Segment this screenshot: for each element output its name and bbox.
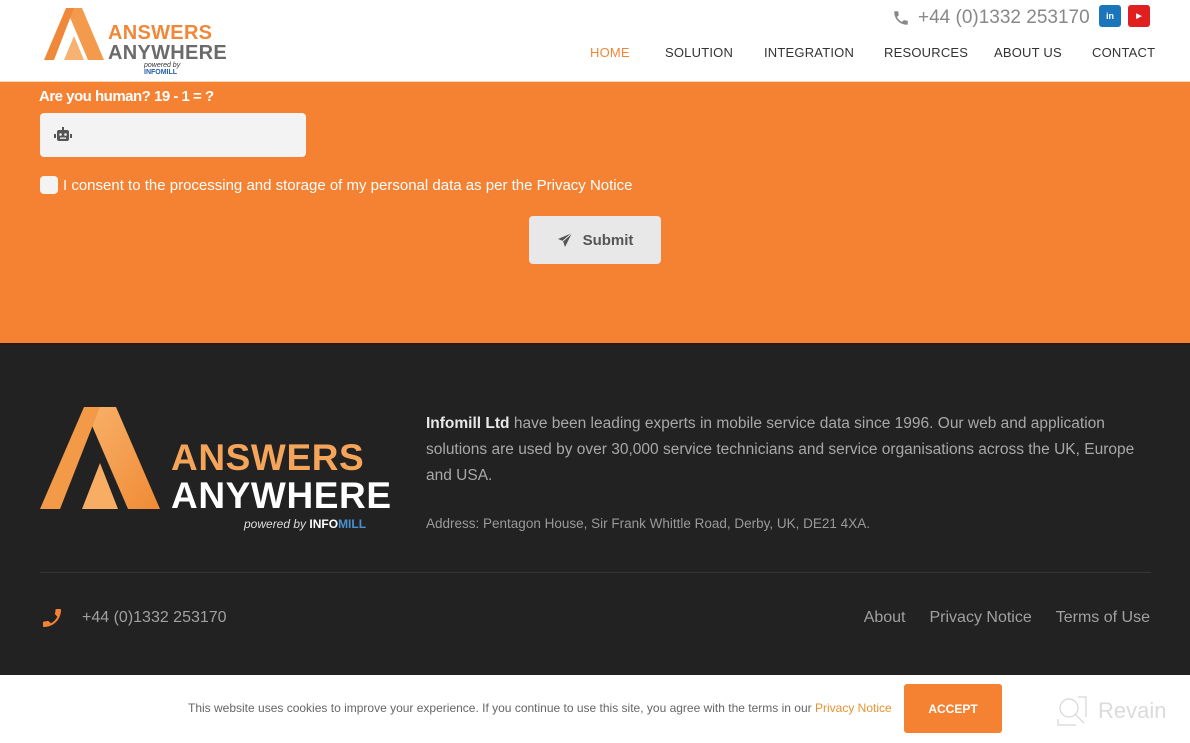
site-footer: ANSWERS ANYWHERE powered by INFOMILL Inf… (0, 343, 1190, 675)
footer-link-about[interactable]: About (864, 609, 906, 627)
brand-part-a: INFO (309, 517, 339, 531)
robot-icon (54, 127, 72, 141)
footer-logo-powered-by: powered by INFOMILL (244, 517, 366, 531)
nav-resources[interactable]: RESOURCES (884, 45, 968, 60)
captcha-field[interactable] (40, 113, 306, 157)
consent-label: I consent to the processing and storage … (63, 176, 633, 194)
consent-checkbox-row[interactable]: I consent to the processing and storage … (40, 176, 632, 194)
cookie-message-text: This website uses cookies to improve you… (188, 701, 815, 715)
nav-about-us[interactable]: ABOUT US (994, 45, 1062, 60)
company-address: Address: Pentagon House, Sir Frank Whitt… (426, 516, 870, 531)
company-description: Infomill Ltd have been leading experts i… (426, 411, 1156, 489)
youtube-button[interactable]: ▶ (1128, 5, 1150, 27)
company-name: Infomill Ltd (426, 415, 510, 432)
footer-powered-by-text: powered by (244, 517, 307, 531)
footer-logo-brand: INFOMILL (309, 517, 366, 531)
footer-links: About Privacy Notice Terms of Use (864, 609, 1150, 627)
company-description-text: have been leading experts in mobile serv… (426, 415, 1135, 484)
main-nav: HOME SOLUTION INTEGRATION RESOURCES ABOU… (0, 45, 1190, 63)
submit-label: Submit (582, 231, 634, 249)
accept-cookies-button[interactable]: ACCEPT (904, 684, 1002, 733)
footer-logo-line1: ANSWERS (171, 437, 365, 478)
footer-logo-line2: ANYWHERE (171, 475, 392, 516)
header-phone-number: +44 (0)1332 253170 (918, 7, 1090, 28)
header-phone[interactable]: +44 (0)1332 253170 (892, 6, 1090, 30)
phone-icon (894, 11, 908, 25)
cookie-privacy-link[interactable]: Privacy Notice (815, 701, 892, 715)
revain-watermark: Revain (1056, 695, 1166, 727)
revain-label: Revain (1098, 698, 1167, 723)
footer-link-terms-of-use[interactable]: Terms of Use (1056, 609, 1150, 627)
cookie-banner: This website uses cookies to improve you… (0, 675, 1190, 743)
captcha-input[interactable] (80, 113, 300, 157)
contact-form-section: Are you human? 19 - 1 = ? I consent to t… (0, 82, 1190, 343)
nav-solution[interactable]: SOLUTION (665, 45, 733, 60)
footer-logo[interactable]: ANSWERS ANYWHERE powered by INFOMILL (40, 407, 391, 542)
powered-by-text: powered by (144, 62, 181, 69)
cookie-message: This website uses cookies to improve you… (188, 701, 892, 715)
revain-logo-icon (1057, 696, 1087, 726)
linkedin-button[interactable]: in (1099, 5, 1121, 27)
footer-phone-number: +44 (0)1332 253170 (82, 609, 227, 626)
logo-brand: INFOMILL (144, 69, 178, 76)
logo-powered-by: powered by INFOMILL (144, 62, 214, 76)
site-header: ANSWERS ANYWHERE powered by INFOMILL +44… (0, 0, 1190, 82)
brand-part-b: MILL (338, 517, 367, 531)
consent-checkbox[interactable] (40, 176, 58, 194)
linkedin-icon: in (1106, 11, 1114, 21)
footer-divider (40, 572, 1151, 573)
footer-phone[interactable]: +44 (0)1332 253170 (40, 606, 227, 630)
submit-button[interactable]: Submit (529, 216, 661, 264)
footer-link-privacy-notice[interactable]: Privacy Notice (930, 609, 1032, 627)
paper-plane-icon (557, 232, 572, 247)
nav-integration[interactable]: INTEGRATION (764, 45, 854, 60)
youtube-icon: ▶ (1136, 13, 1142, 20)
nav-home[interactable]: HOME (590, 45, 630, 60)
header-logo[interactable]: ANSWERS ANYWHERE powered by INFOMILL (44, 8, 227, 76)
captcha-label: Are you human? 19 - 1 = ? (39, 88, 214, 105)
nav-contact[interactable]: CONTACT (1092, 45, 1155, 60)
phone-icon (43, 609, 61, 627)
footer-logo-mark-icon (40, 407, 160, 509)
